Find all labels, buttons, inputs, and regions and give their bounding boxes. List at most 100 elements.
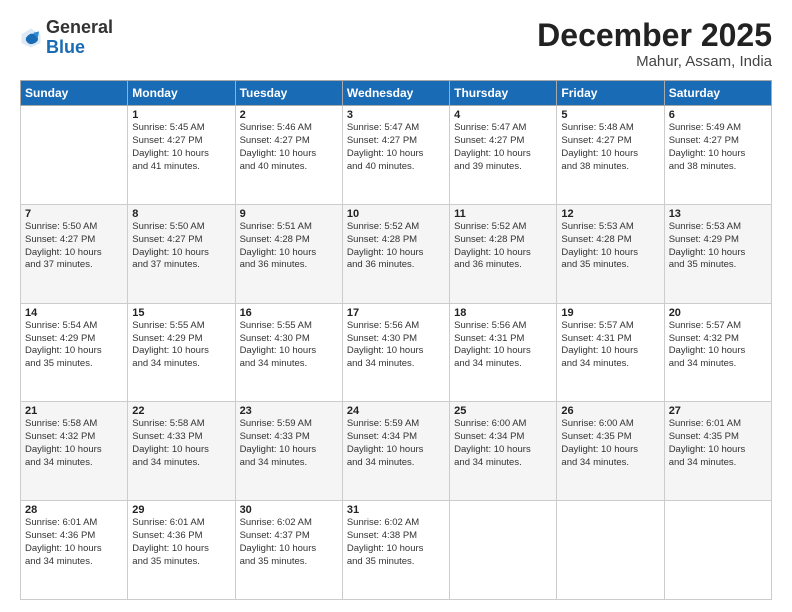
day-info: Sunrise: 5:58 AM Sunset: 4:33 PM Dayligh…	[132, 418, 230, 469]
day-number: 11	[454, 208, 552, 220]
day-info: Sunrise: 6:01 AM Sunset: 4:35 PM Dayligh…	[669, 418, 767, 469]
day-info: Sunrise: 6:01 AM Sunset: 4:36 PM Dayligh…	[25, 517, 123, 568]
day-info: Sunrise: 5:53 AM Sunset: 4:29 PM Dayligh…	[669, 221, 767, 272]
weekday-header-friday: Friday	[557, 81, 664, 106]
day-number: 16	[240, 307, 338, 319]
day-number: 25	[454, 405, 552, 417]
day-cell: 11Sunrise: 5:52 AM Sunset: 4:28 PM Dayli…	[450, 204, 557, 303]
day-number: 26	[561, 405, 659, 417]
day-cell: 19Sunrise: 5:57 AM Sunset: 4:31 PM Dayli…	[557, 303, 664, 402]
day-cell: 2Sunrise: 5:46 AM Sunset: 4:27 PM Daylig…	[235, 106, 342, 205]
day-info: Sunrise: 5:58 AM Sunset: 4:32 PM Dayligh…	[25, 418, 123, 469]
day-cell: 27Sunrise: 6:01 AM Sunset: 4:35 PM Dayli…	[664, 402, 771, 501]
day-cell	[664, 501, 771, 600]
weekday-header-saturday: Saturday	[664, 81, 771, 106]
day-number: 28	[25, 504, 123, 516]
logo-text: General Blue	[46, 18, 113, 58]
day-cell: 6Sunrise: 5:49 AM Sunset: 4:27 PM Daylig…	[664, 106, 771, 205]
day-cell: 15Sunrise: 5:55 AM Sunset: 4:29 PM Dayli…	[128, 303, 235, 402]
day-info: Sunrise: 5:56 AM Sunset: 4:30 PM Dayligh…	[347, 320, 445, 371]
day-info: Sunrise: 5:49 AM Sunset: 4:27 PM Dayligh…	[669, 122, 767, 173]
day-number: 29	[132, 504, 230, 516]
day-info: Sunrise: 5:50 AM Sunset: 4:27 PM Dayligh…	[132, 221, 230, 272]
day-cell: 9Sunrise: 5:51 AM Sunset: 4:28 PM Daylig…	[235, 204, 342, 303]
day-number: 31	[347, 504, 445, 516]
day-number: 3	[347, 109, 445, 121]
day-cell: 12Sunrise: 5:53 AM Sunset: 4:28 PM Dayli…	[557, 204, 664, 303]
calendar: SundayMondayTuesdayWednesdayThursdayFrid…	[20, 80, 772, 600]
day-cell: 4Sunrise: 5:47 AM Sunset: 4:27 PM Daylig…	[450, 106, 557, 205]
day-cell: 29Sunrise: 6:01 AM Sunset: 4:36 PM Dayli…	[128, 501, 235, 600]
day-info: Sunrise: 5:53 AM Sunset: 4:28 PM Dayligh…	[561, 221, 659, 272]
day-number: 15	[132, 307, 230, 319]
page: General Blue December 2025 Mahur, Assam,…	[0, 0, 792, 612]
week-row-1: 7Sunrise: 5:50 AM Sunset: 4:27 PM Daylig…	[21, 204, 772, 303]
title-block: December 2025 Mahur, Assam, India	[537, 18, 772, 70]
day-info: Sunrise: 5:55 AM Sunset: 4:30 PM Dayligh…	[240, 320, 338, 371]
day-number: 7	[25, 208, 123, 220]
day-cell: 21Sunrise: 5:58 AM Sunset: 4:32 PM Dayli…	[21, 402, 128, 501]
day-info: Sunrise: 5:55 AM Sunset: 4:29 PM Dayligh…	[132, 320, 230, 371]
weekday-header-wednesday: Wednesday	[342, 81, 449, 106]
logo-general-text: General	[46, 18, 113, 38]
day-info: Sunrise: 5:46 AM Sunset: 4:27 PM Dayligh…	[240, 122, 338, 173]
day-info: Sunrise: 5:54 AM Sunset: 4:29 PM Dayligh…	[25, 320, 123, 371]
day-number: 6	[669, 109, 767, 121]
day-cell: 28Sunrise: 6:01 AM Sunset: 4:36 PM Dayli…	[21, 501, 128, 600]
day-info: Sunrise: 5:50 AM Sunset: 4:27 PM Dayligh…	[25, 221, 123, 272]
weekday-header-tuesday: Tuesday	[235, 81, 342, 106]
day-number: 14	[25, 307, 123, 319]
weekday-header-thursday: Thursday	[450, 81, 557, 106]
weekday-header-sunday: Sunday	[21, 81, 128, 106]
day-cell	[450, 501, 557, 600]
day-cell: 17Sunrise: 5:56 AM Sunset: 4:30 PM Dayli…	[342, 303, 449, 402]
day-cell	[557, 501, 664, 600]
week-row-0: 1Sunrise: 5:45 AM Sunset: 4:27 PM Daylig…	[21, 106, 772, 205]
day-cell: 24Sunrise: 5:59 AM Sunset: 4:34 PM Dayli…	[342, 402, 449, 501]
day-number: 13	[669, 208, 767, 220]
logo: General Blue	[20, 18, 113, 58]
day-cell: 8Sunrise: 5:50 AM Sunset: 4:27 PM Daylig…	[128, 204, 235, 303]
day-info: Sunrise: 5:57 AM Sunset: 4:31 PM Dayligh…	[561, 320, 659, 371]
day-info: Sunrise: 6:00 AM Sunset: 4:34 PM Dayligh…	[454, 418, 552, 469]
day-number: 27	[669, 405, 767, 417]
day-number: 4	[454, 109, 552, 121]
day-info: Sunrise: 6:00 AM Sunset: 4:35 PM Dayligh…	[561, 418, 659, 469]
day-cell: 18Sunrise: 5:56 AM Sunset: 4:31 PM Dayli…	[450, 303, 557, 402]
day-cell: 10Sunrise: 5:52 AM Sunset: 4:28 PM Dayli…	[342, 204, 449, 303]
day-number: 9	[240, 208, 338, 220]
day-number: 30	[240, 504, 338, 516]
week-row-3: 21Sunrise: 5:58 AM Sunset: 4:32 PM Dayli…	[21, 402, 772, 501]
day-number: 18	[454, 307, 552, 319]
day-cell: 20Sunrise: 5:57 AM Sunset: 4:32 PM Dayli…	[664, 303, 771, 402]
day-cell: 22Sunrise: 5:58 AM Sunset: 4:33 PM Dayli…	[128, 402, 235, 501]
day-number: 5	[561, 109, 659, 121]
day-number: 20	[669, 307, 767, 319]
day-cell: 5Sunrise: 5:48 AM Sunset: 4:27 PM Daylig…	[557, 106, 664, 205]
day-cell	[21, 106, 128, 205]
month-year: December 2025	[537, 18, 772, 53]
header: General Blue December 2025 Mahur, Assam,…	[20, 18, 772, 70]
location: Mahur, Assam, India	[537, 53, 772, 70]
day-info: Sunrise: 5:56 AM Sunset: 4:31 PM Dayligh…	[454, 320, 552, 371]
weekday-header-row: SundayMondayTuesdayWednesdayThursdayFrid…	[21, 81, 772, 106]
day-number: 8	[132, 208, 230, 220]
logo-icon	[20, 27, 42, 49]
day-info: Sunrise: 5:52 AM Sunset: 4:28 PM Dayligh…	[347, 221, 445, 272]
week-row-4: 28Sunrise: 6:01 AM Sunset: 4:36 PM Dayli…	[21, 501, 772, 600]
day-info: Sunrise: 6:02 AM Sunset: 4:37 PM Dayligh…	[240, 517, 338, 568]
day-cell: 14Sunrise: 5:54 AM Sunset: 4:29 PM Dayli…	[21, 303, 128, 402]
day-cell: 25Sunrise: 6:00 AM Sunset: 4:34 PM Dayli…	[450, 402, 557, 501]
day-number: 24	[347, 405, 445, 417]
day-cell: 26Sunrise: 6:00 AM Sunset: 4:35 PM Dayli…	[557, 402, 664, 501]
day-number: 19	[561, 307, 659, 319]
day-info: Sunrise: 5:47 AM Sunset: 4:27 PM Dayligh…	[454, 122, 552, 173]
day-info: Sunrise: 5:59 AM Sunset: 4:33 PM Dayligh…	[240, 418, 338, 469]
day-number: 2	[240, 109, 338, 121]
day-info: Sunrise: 5:59 AM Sunset: 4:34 PM Dayligh…	[347, 418, 445, 469]
day-cell: 16Sunrise: 5:55 AM Sunset: 4:30 PM Dayli…	[235, 303, 342, 402]
week-row-2: 14Sunrise: 5:54 AM Sunset: 4:29 PM Dayli…	[21, 303, 772, 402]
day-number: 22	[132, 405, 230, 417]
day-number: 1	[132, 109, 230, 121]
day-cell: 23Sunrise: 5:59 AM Sunset: 4:33 PM Dayli…	[235, 402, 342, 501]
